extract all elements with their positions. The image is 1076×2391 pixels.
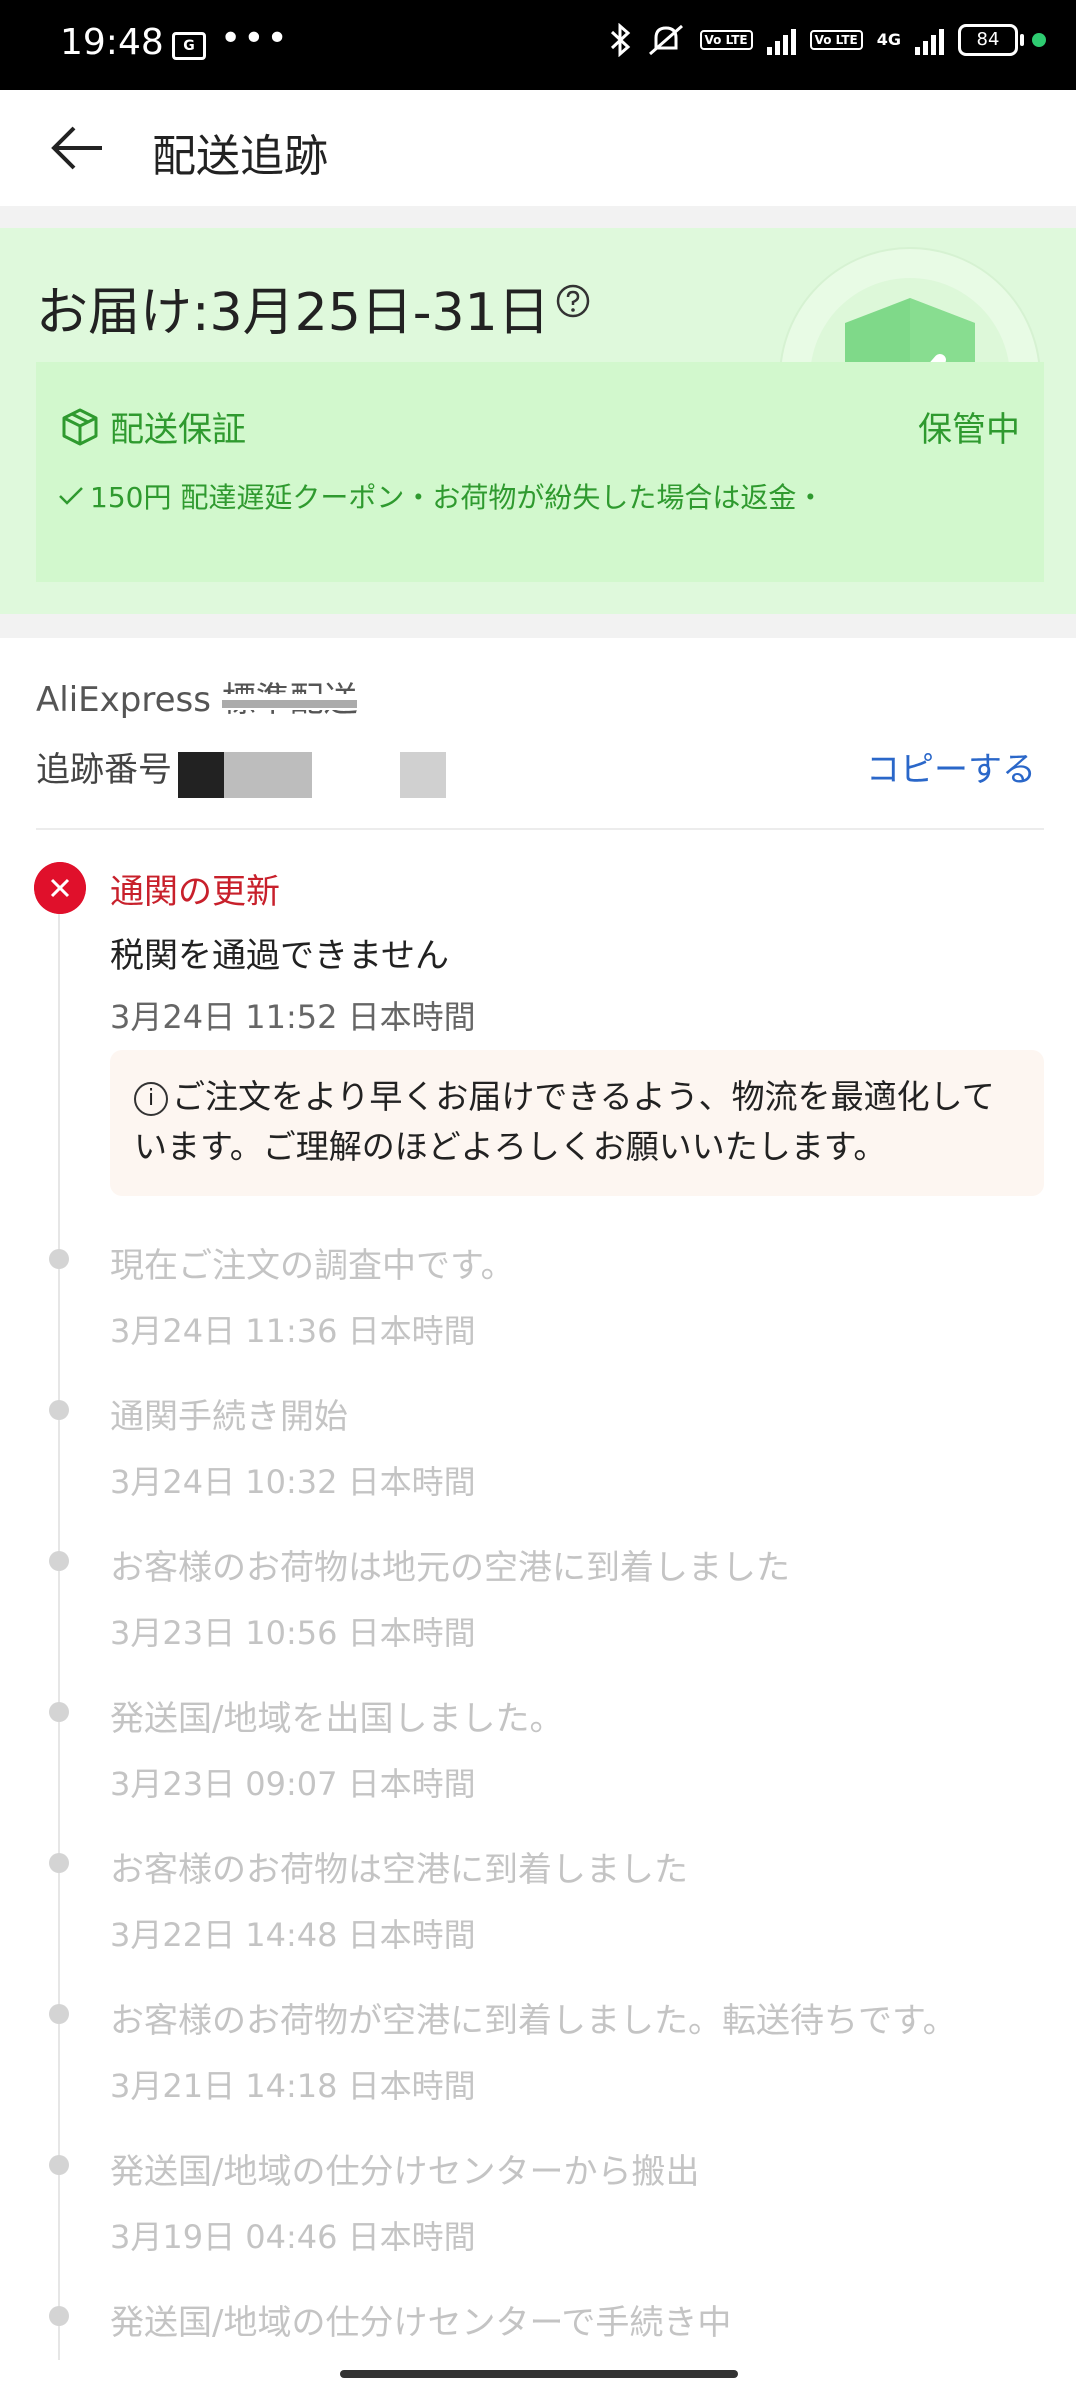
tracking-number-redacted-3 (400, 752, 446, 798)
check-icon (59, 487, 83, 505)
event-time: 3月23日 09:07 日本時間 (110, 1765, 476, 1803)
tracking-number-redacted (178, 752, 224, 798)
signal-icon-2 (915, 25, 944, 55)
divider (36, 828, 1044, 830)
timeline-dot (49, 1853, 69, 1873)
section-divider-2 (0, 614, 1076, 638)
tracking-number-redacted-2 (224, 752, 312, 798)
logistics-note-text: ご注文をより早くお届けできるよう、物流を最適化しています。ご理解のほどよろしくお… (134, 1077, 995, 1166)
bluetooth-icon (610, 23, 630, 57)
battery-icon: 84 (958, 24, 1024, 56)
section-divider (0, 206, 1076, 228)
privacy-dot-icon (1032, 33, 1046, 47)
timeline-dot (49, 1249, 69, 1269)
timeline-dot (49, 2306, 69, 2326)
home-indicator[interactable] (340, 2370, 738, 2378)
help-icon[interactable] (556, 284, 590, 318)
info-icon: i (134, 1082, 168, 1116)
event-title: お客様のお荷物は地元の空港に到着しました (110, 1548, 790, 1588)
app-header: 配送追跡 (0, 90, 1076, 206)
event-time: 3月21日 14:18 日本時間 (110, 2067, 476, 2105)
event-title: 通関手続き開始 (110, 1397, 348, 1437)
guarantee-title: 配送保証 (110, 410, 246, 450)
copy-button[interactable]: コピーする (866, 742, 1036, 791)
event-time: 3月19日 04:46 日本時間 (110, 2218, 476, 2256)
status-time: 19:48 (60, 22, 164, 63)
timeline-dot (49, 1400, 69, 1420)
delivery-estimate: お届け:3月25日-31日 (36, 283, 550, 343)
timeline-dot (49, 1702, 69, 1722)
event-title: 発送国/地域を出国しました。 (110, 1699, 564, 1739)
timeline-dot (49, 1551, 69, 1571)
guarantee-benefits-text: 150円 配達遅延クーポン・お荷物が紛失した場合は返金・ (90, 481, 825, 514)
status-icons: Vo LTE Vo LTE 4G 84 (608, 22, 1046, 58)
timeline-dot (49, 2004, 69, 2024)
delivery-estimate-section: お届け:3月25日-31日 配送保証 保管中 150円 配達遅延クーポン・お荷物… (0, 228, 1076, 614)
error-x-icon (34, 862, 86, 914)
volte-icon-2: Vo LTE (809, 30, 863, 50)
more-notifications-icon: ••• (220, 18, 290, 59)
redaction-mask-2 (222, 700, 357, 708)
current-event-title: 通関の更新 (110, 872, 280, 912)
event-title: お客様のお荷物が空港に到着しました。転送待ちです。 (110, 2001, 957, 2041)
event-title: 現在ご注文の調査中です。 (110, 1246, 515, 1286)
status-bar: 19:48 G ••• Vo LTE Vo LTE 4G 84 (0, 0, 1076, 90)
page-title: 配送追跡 (152, 131, 328, 182)
event-time: 3月22日 14:48 日本時間 (110, 1916, 476, 1954)
back-arrow-icon[interactable] (48, 118, 108, 178)
current-event-time: 3月24日 11:52 日本時間 (110, 998, 476, 1036)
signal-icon (766, 25, 796, 55)
event-time: 3月24日 11:36 日本時間 (110, 1312, 476, 1350)
timeline-dot (49, 2155, 69, 2175)
mute-bell-icon (648, 24, 683, 56)
event-time: 3月24日 10:32 日本時間 (110, 1463, 476, 1501)
sim-icon: G (172, 32, 206, 60)
timeline-line (58, 880, 60, 2360)
event-title: 発送国/地域の仕分けセンターで手続き中 (110, 2303, 732, 2343)
tracking-number-label: 追跡番号 (36, 750, 172, 790)
package-icon (62, 408, 98, 446)
volte-icon: Vo LTE (699, 30, 753, 50)
delivery-guarantee-card[interactable]: 配送保証 保管中 150円 配達遅延クーポン・お荷物が紛失した場合は返金・ (36, 362, 1044, 582)
guarantee-benefits: 150円 配達遅延クーポン・お荷物が紛失した場合は返金・ (58, 476, 824, 516)
event-title: 発送国/地域の仕分けセンターから搬出 (110, 2152, 700, 2192)
current-event-description: 税関を通過できません (110, 936, 449, 976)
event-time: 3月23日 10:56 日本時間 (110, 1614, 476, 1652)
guarantee-status: 保管中 (918, 410, 1020, 450)
logistics-note: i ご注文をより早くお届けできるよう、物流を最適化しています。ご理解のほどよろしく… (110, 1050, 1044, 1196)
event-title: お客様のお荷物は空港に到着しました (110, 1850, 688, 1890)
network-type: 4G (876, 30, 901, 49)
